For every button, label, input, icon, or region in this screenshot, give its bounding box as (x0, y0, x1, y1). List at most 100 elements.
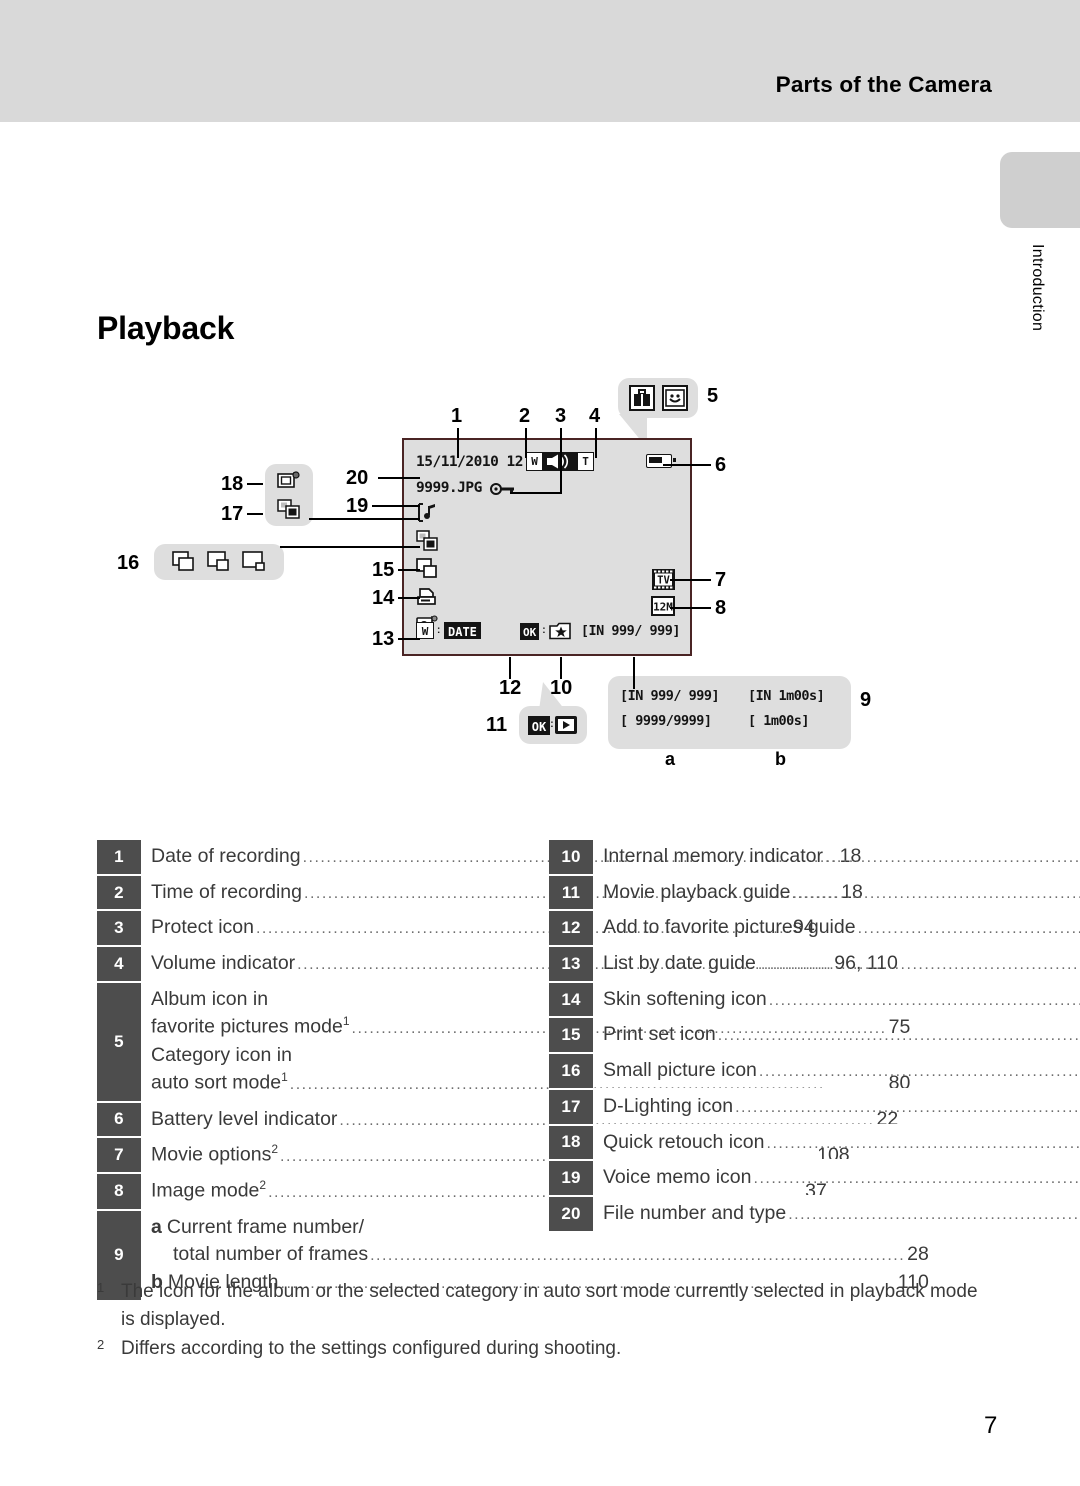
leader-19 (372, 505, 420, 507)
legend-row: 3 Protect icon...........................… (97, 911, 815, 948)
leader-1 (457, 428, 459, 458)
legend-entry-label: auto sort mode1 (151, 1070, 288, 1094)
legend-entry: total number of frames..................… (151, 1241, 929, 1269)
legend-entry-label: Current frame number/ (166, 1215, 365, 1238)
leader-2 (525, 428, 527, 458)
frame-count-internal: [IN 999/ 999] (620, 687, 720, 704)
leader-3-v (560, 428, 562, 494)
legend-row-number: 17 (549, 1089, 593, 1124)
d-lighting-icon (277, 498, 301, 520)
legend-row: 7 Movie options2.........................… (97, 1138, 850, 1175)
volume-w-label: W (527, 453, 542, 470)
legend-entry: List by date guide......................… (603, 950, 1080, 978)
legend-row-text: Quick retouch icon......................… (593, 1126, 1080, 1160)
legend-entry-label: Battery level indicator (151, 1107, 338, 1130)
fignum-13: 13 (372, 628, 395, 650)
quick-retouch-icon (277, 470, 301, 492)
legend-entry: Print set icon..........................… (603, 1021, 1080, 1049)
movie-length-card: [ 1m00s] (748, 712, 810, 729)
legend-leader-dots: ........................................… (766, 1134, 1080, 1152)
legend-row-number: 18 (549, 1125, 593, 1160)
legend-entry: Internal memory indicator...............… (603, 843, 1080, 871)
play-icon (554, 715, 578, 735)
album-icon (628, 385, 655, 411)
legend-leader-dots: ........................................… (857, 920, 1080, 938)
leader-3-h (510, 492, 561, 494)
callout-album-category-icons (618, 378, 698, 418)
frame-counter: [IN 999/ 999] (580, 623, 681, 639)
legend-column-left: 1 Date of recording......................… (97, 840, 929, 1302)
legend-row-number: 3 (97, 911, 141, 946)
legend-leader-dots: ........................................… (788, 1205, 1080, 1223)
legend-entry: Add to favorite pictures guide..........… (603, 914, 1080, 942)
legend-leader-dots: ........................................… (735, 1098, 1080, 1116)
legend-row-number: 7 (97, 1138, 141, 1173)
legend-entry-label: Volume indicator (151, 952, 296, 975)
legend-row-number: 4 (97, 947, 141, 981)
callout-9-row-2: [ 9999/9999] [ 1m00s] (608, 708, 851, 733)
legend-row: 18 Quick retouch icon....................… (549, 1125, 1080, 1162)
legend-row-text: File number and type....................… (593, 1197, 1080, 1231)
leader-13 (398, 638, 420, 640)
legend-entry-footnote-ref: 2 (259, 1178, 267, 1193)
legend-leader-dots: ........................................… (758, 1063, 1080, 1081)
fignum-14: 14 (372, 587, 395, 609)
guide-w-key: W (416, 622, 434, 639)
image-mode-icon: 12M (651, 596, 676, 616)
legend-entry: Voice memo icon.........................… (603, 1164, 1080, 1192)
footnotes: 1 The icon for the album or the selected … (97, 1278, 987, 1365)
legend-column-right: 10 Internal memory indicator.............… (549, 840, 1080, 1233)
legend-row: 6 Battery level indicator................… (97, 1102, 898, 1139)
legend-row-number: 12 (549, 911, 593, 946)
legend-row: 13 List by date guide....................… (549, 947, 1080, 983)
legend-entry: Movie playback guide....................… (603, 879, 1080, 907)
legend-row: 4Volume indicator.......................… (97, 947, 898, 983)
legend-page-ref: 28 (907, 1243, 929, 1266)
legend-row-number: 2 (97, 875, 141, 910)
legend-entry-label: Category icon in (151, 1043, 292, 1066)
sublabel-a: a (665, 749, 676, 769)
legend-row: 15 Print set icon........................… (549, 1018, 1080, 1055)
movie-guide-ok-key: OK (527, 715, 551, 735)
leader-6 (663, 464, 711, 466)
guide-colon-2: : (542, 625, 546, 636)
footnote-marker: 2 (97, 1337, 105, 1353)
fignum-15: 15 (372, 559, 395, 581)
legend-entry-label: Protect icon (151, 916, 254, 939)
callout-9-row-1: [IN 999/ 999] [IN 1m00s] (608, 683, 851, 708)
legend-row-text: Small picture icon......................… (593, 1054, 1080, 1088)
leader-7 (670, 579, 711, 581)
legend-row-number: 15 (549, 1018, 593, 1053)
legend-entry-label: List by date guide (603, 952, 756, 975)
legend-row-text: Movie playback guide....................… (593, 876, 1080, 910)
leader-15 (398, 569, 420, 571)
legend-entry: Skin softening icon.....................… (603, 986, 1080, 1014)
leader-14 (398, 597, 420, 599)
legend-entry-label: Voice memo icon (603, 1166, 752, 1189)
fignum-18: 18 (221, 473, 244, 495)
legend-row-number: 20 (549, 1196, 593, 1231)
leader-8 (670, 607, 711, 609)
legend-row: 8 Image mode2............................… (97, 1174, 827, 1211)
page-header-bar (0, 0, 1080, 122)
protect-icon (490, 481, 516, 497)
legend-row: 12 Add to favorite pictures guide........… (549, 911, 1080, 948)
leader-16 (280, 546, 420, 548)
legend-entry-label: Print set icon (603, 1023, 716, 1046)
favorites-star-icon (549, 622, 572, 640)
legend-row-text: D-Lighting icon.........................… (593, 1090, 1080, 1124)
category-icon (661, 385, 688, 411)
legend-entry-label: Add to favorite pictures guide (603, 916, 856, 939)
legend-row: 1Date of recording......................… (97, 840, 861, 876)
legend-row-number: 10 (549, 840, 593, 874)
legend-row-number: 5 (97, 982, 141, 1101)
legend-entry-label: Internal memory indicator (603, 845, 824, 867)
leader-10 (560, 657, 562, 679)
legend-leader-dots: ........................................… (768, 991, 1080, 1009)
small-picture-icon-large (171, 550, 197, 574)
footnote: 1 The icon for the album or the selected … (97, 1278, 987, 1333)
legend-entry-footnote-ref: 1 (281, 1070, 288, 1085)
fignum-5: 5 (707, 385, 719, 407)
legend-entry: File number and type....................… (603, 1200, 1080, 1228)
legend-leader-dots: ........................................… (757, 956, 1080, 974)
